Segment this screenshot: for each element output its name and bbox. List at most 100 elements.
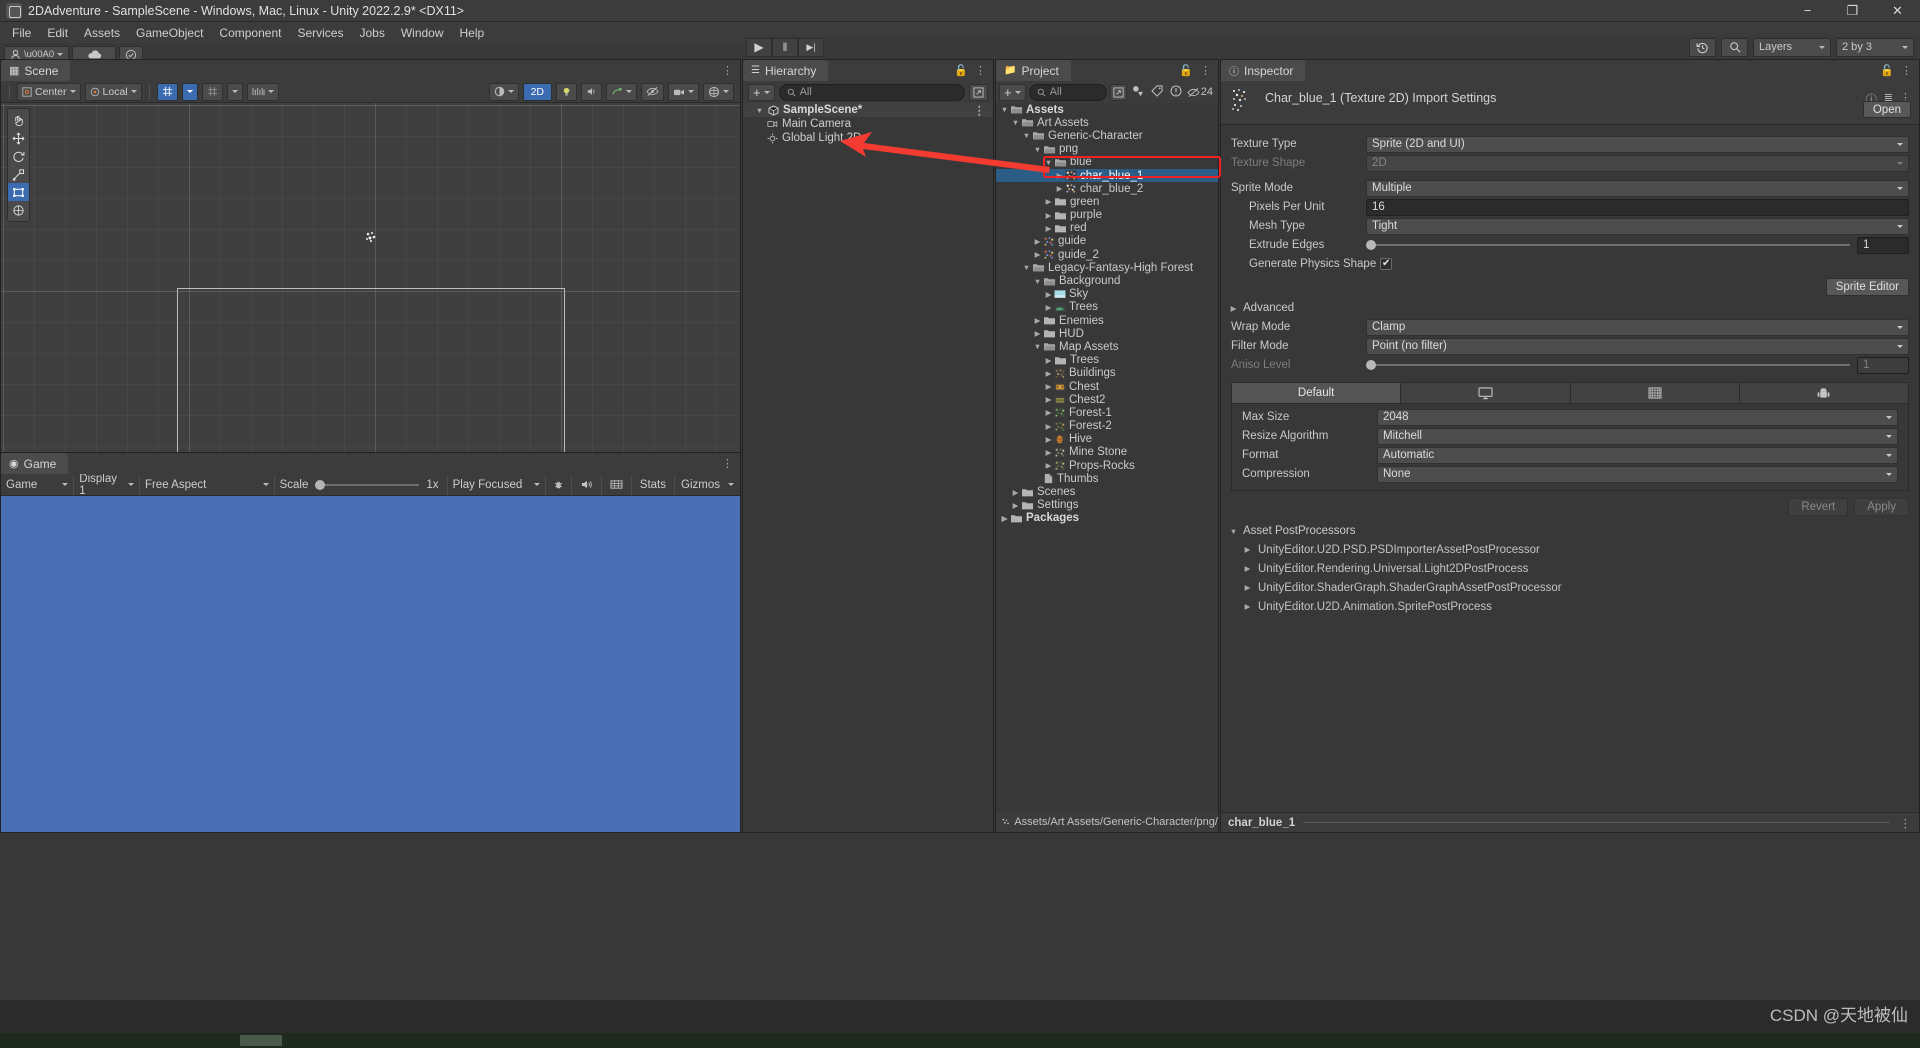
chevron-right-icon[interactable]: ▶ [1011, 501, 1020, 510]
chevron-down-icon[interactable]: ▼ [1022, 263, 1031, 272]
display-dropdown[interactable]: Display 1 [74, 473, 140, 497]
project-tree-item-background[interactable]: ▼ Background [996, 274, 1218, 287]
menu-services[interactable]: Services [289, 24, 351, 42]
step-button[interactable]: ▶| [798, 37, 824, 57]
project-tree-item-thumbs[interactable]: Thumbs [996, 472, 1218, 485]
vsync-bug-icon[interactable] [546, 474, 572, 495]
kebab-menu-icon[interactable]: ⋮ [722, 64, 733, 77]
kebab-menu-icon[interactable]: ⋮ [975, 64, 986, 77]
kebab-menu-icon[interactable]: ⋮ [1200, 64, 1211, 77]
max-size-dropdown[interactable]: 2048 [1377, 408, 1898, 426]
minimize-button[interactable]: − [1785, 0, 1830, 21]
mesh-type-dropdown[interactable]: Tight [1366, 217, 1909, 235]
hierarchy-item-global-light-2d[interactable]: Global Light 2D [743, 131, 993, 145]
grid-visibility-dropdown[interactable] [181, 82, 198, 101]
scene-visibility-icon[interactable] [641, 82, 664, 101]
extrude-edges-knob[interactable] [1366, 240, 1376, 250]
chevron-down-icon[interactable]: ▼ [1033, 277, 1042, 286]
project-filter-label-icon[interactable] [1149, 84, 1165, 100]
project-hidden-count-badge[interactable]: 24 [1187, 86, 1215, 98]
scene-fx-icon[interactable] [606, 82, 637, 101]
chevron-down-icon[interactable]: ▼ [755, 106, 764, 115]
project-tree-item-trees[interactable]: ▶ Trees [996, 354, 1218, 367]
scene-camera-icon[interactable] [668, 82, 699, 101]
wrap-mode-dropdown[interactable]: Clamp [1366, 318, 1909, 336]
lock-icon[interactable]: 🔓 [954, 64, 968, 77]
space-mode-button[interactable]: Local [84, 82, 142, 101]
scale-tool-icon[interactable] [8, 165, 29, 183]
grid-snapping-button[interactable] [201, 82, 223, 101]
project-tree[interactable]: ▼ Assets ▼ Art Assets ▼ Generic-Character ▼… [996, 103, 1218, 832]
scale-slider-group[interactable]: Scale 1x [275, 474, 448, 495]
asset-postprocessor-row[interactable]: ▶ UnityEditor.U2D.Animation.SpritePostPro… [1243, 598, 1919, 615]
chevron-down-icon[interactable]: ▼ [1000, 105, 1009, 114]
chevron-right-icon[interactable]: ▶ [1243, 583, 1252, 592]
extrude-edges-slider[interactable] [1366, 240, 1850, 250]
generate-physics-shape-checkbox[interactable]: ✔ [1380, 258, 1393, 270]
chevron-right-icon[interactable]: ▶ [1044, 356, 1053, 365]
project-tree-item-green[interactable]: ▶ green [996, 195, 1218, 208]
platform-tab-webgl[interactable] [1570, 383, 1740, 403]
chevron-right-icon[interactable]: ▶ [1044, 395, 1053, 404]
tab-project[interactable]: 📁 Project [996, 60, 1071, 81]
project-tree-item-scenes[interactable]: ▶ Scenes [996, 485, 1218, 498]
texture-type-dropdown[interactable]: Sprite (2D and UI) [1366, 135, 1909, 153]
taskbar-item[interactable] [240, 1035, 282, 1046]
play-mode-dropdown[interactable]: Play Focused [448, 474, 546, 495]
game-stats-grid-icon[interactable] [602, 474, 632, 495]
project-tree-item-chest2[interactable]: ▶ Chest2 [996, 393, 1218, 406]
advanced-foldout[interactable]: ▶ Advanced [1229, 302, 1919, 314]
platform-tab-default[interactable]: Default [1232, 383, 1402, 403]
sprite-editor-button[interactable]: Sprite Editor [1825, 278, 1909, 296]
tab-hierarchy[interactable]: ☰ Hierarchy [743, 60, 829, 81]
project-tree-item-guide[interactable]: ▶ guide [996, 235, 1218, 248]
chevron-right-icon[interactable]: ▶ [1044, 408, 1053, 417]
chevron-down-icon[interactable]: ▼ [1011, 118, 1020, 127]
chevron-right-icon[interactable]: ▶ [1243, 602, 1252, 611]
hierarchy-search-input[interactable]: All [778, 83, 965, 101]
chevron-right-icon[interactable]: ▶ [1044, 369, 1053, 378]
project-tree-item-chest[interactable]: ▶ Chest [996, 380, 1218, 393]
chevron-right-icon[interactable]: ▶ [1044, 211, 1053, 220]
maximize-button[interactable]: ❐ [1830, 0, 1875, 21]
asset-postprocessors-foldout[interactable]: ▼ Asset PostProcessors [1229, 525, 1919, 537]
extrude-edges-input[interactable]: 1 [1857, 236, 1909, 254]
revert-button[interactable]: Revert [1788, 498, 1849, 516]
project-tree-item-hud[interactable]: ▶ HUD [996, 327, 1218, 340]
move-tool-icon[interactable] [8, 129, 29, 147]
close-button[interactable]: ✕ [1875, 0, 1920, 21]
format-dropdown[interactable]: Automatic [1377, 446, 1898, 464]
tab-scene[interactable]: ▦ Scene [1, 60, 71, 81]
scene-gizmos-icon[interactable] [703, 82, 734, 101]
resize-algorithm-dropdown[interactable]: Mitchell [1377, 427, 1898, 445]
layers-dropdown[interactable]: Layers [1753, 37, 1831, 57]
layout-dropdown[interactable]: 2 by 3 [1836, 37, 1914, 57]
game-target-dropdown[interactable]: Game [1, 474, 75, 495]
hierarchy-external-button[interactable] [969, 83, 988, 101]
tab-game[interactable]: ◉ Game [1, 453, 69, 474]
chevron-right-icon[interactable]: ▶ [1243, 564, 1252, 573]
stats-button[interactable]: Stats [632, 474, 675, 495]
play-button[interactable]: ▶ [746, 37, 772, 57]
global-search-icon[interactable] [1721, 37, 1748, 57]
chevron-down-icon[interactable]: ▼ [1033, 342, 1042, 351]
filter-mode-dropdown[interactable]: Point (no filter) [1366, 337, 1909, 355]
menu-file[interactable]: File [4, 24, 39, 42]
project-tree-item-buildings[interactable]: ▶ Buildings [996, 367, 1218, 380]
chevron-right-icon[interactable]: ▶ [1044, 197, 1053, 206]
menu-assets[interactable]: Assets [76, 24, 128, 42]
scene-audio-icon[interactable] [581, 82, 602, 101]
chevron-right-icon[interactable]: ▶ [1044, 461, 1053, 470]
project-tree-item-char-blue-1[interactable]: ▶ char_blue_1 [996, 168, 1218, 183]
gizmos-dropdown[interactable]: Gizmos [675, 475, 740, 495]
menu-gameobject[interactable]: GameObject [128, 24, 211, 42]
rotate-tool-icon[interactable] [8, 147, 29, 165]
chevron-right-icon[interactable]: ▶ [1044, 382, 1053, 391]
chevron-down-icon[interactable]: ▼ [1033, 145, 1042, 154]
chevron-down-icon[interactable]: ▼ [1022, 131, 1031, 140]
project-tree-item-blue[interactable]: ▼ blue [996, 156, 1218, 169]
kebab-menu-icon[interactable]: ⋮ [974, 103, 994, 117]
project-tree-item-map-assets[interactable]: ▼ Map Assets [996, 340, 1218, 353]
chevron-right-icon[interactable]: ▶ [1055, 184, 1064, 193]
toggle-2d-button[interactable]: 2D [522, 82, 552, 101]
